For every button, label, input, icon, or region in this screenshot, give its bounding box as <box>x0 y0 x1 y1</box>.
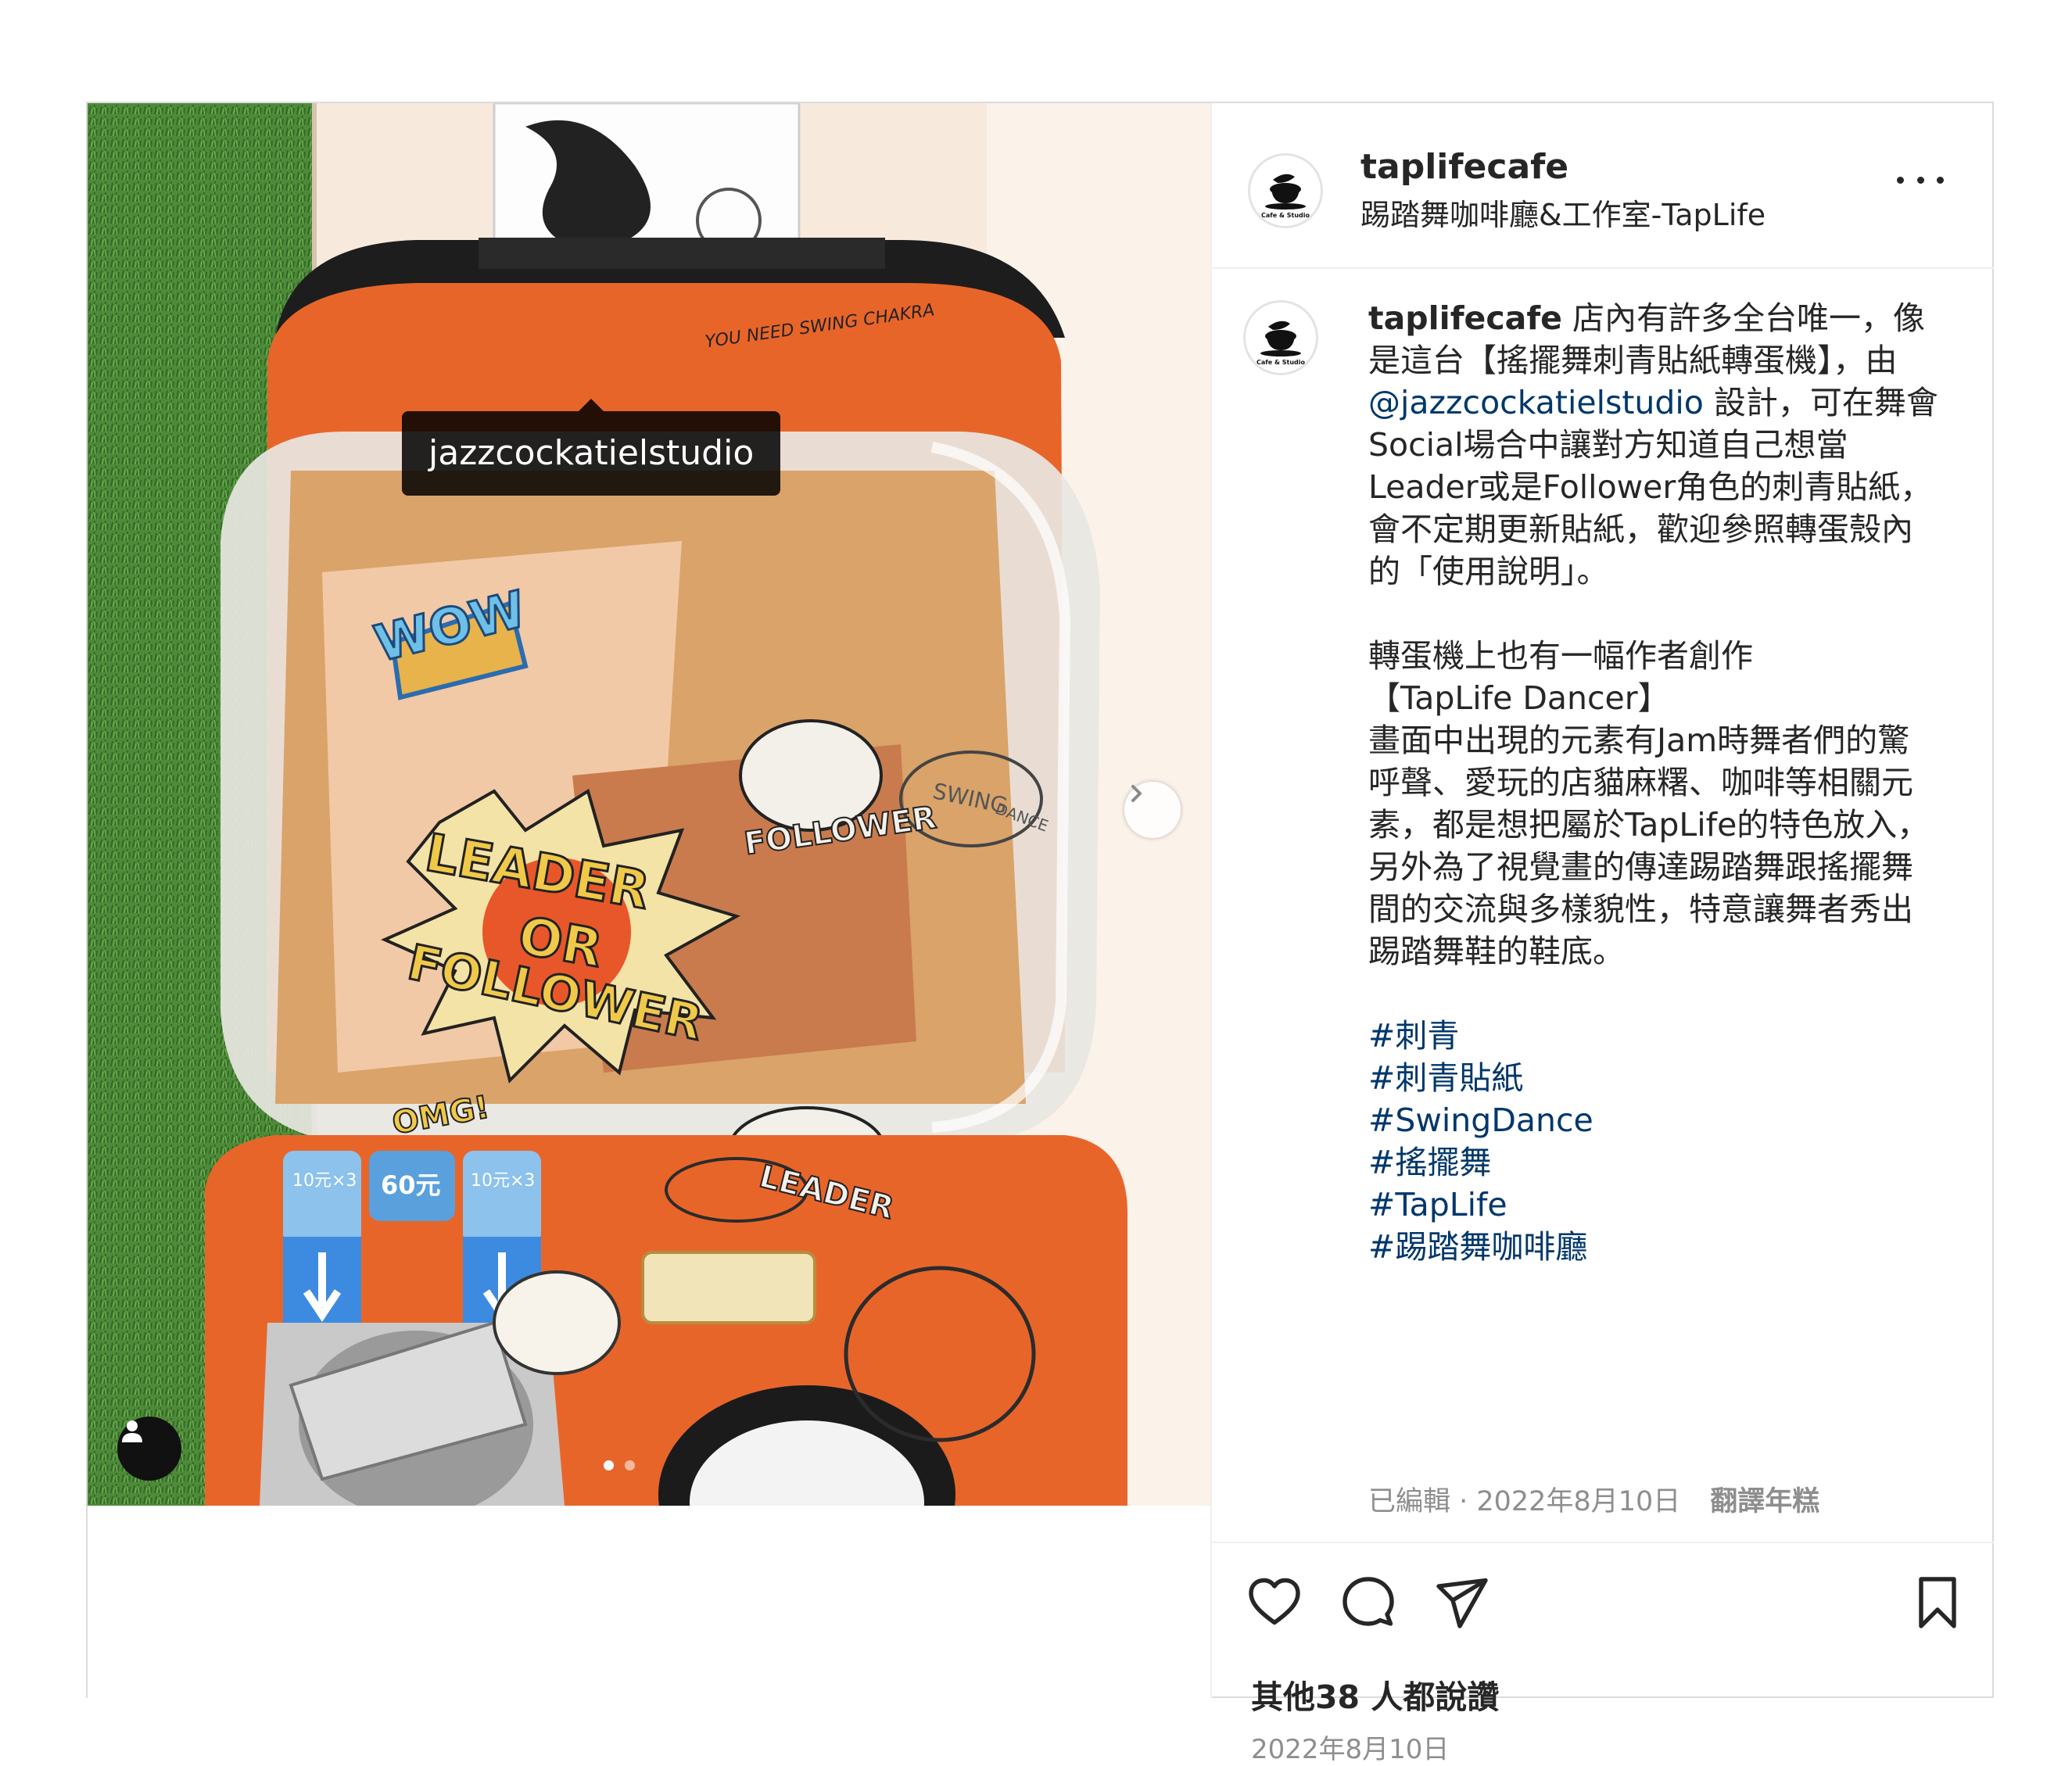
post-username[interactable]: taplifecafe <box>1360 147 1568 187</box>
comment-icon <box>1342 1577 1394 1626</box>
comment-button[interactable] <box>1337 1571 1400 1634</box>
likes-prefix: 其他 <box>1251 1678 1315 1716</box>
caption-section: Cafe & Studio taplifecafe 店內有許多全台唯一，像是這台… <box>1212 269 1994 1543</box>
post-card: WOW LEADER OR FOLLOWER FOLLOWER LEADER S… <box>86 102 1994 1765</box>
likes-number: 38 <box>1315 1678 1360 1716</box>
carousel-dot-active <box>604 1460 614 1470</box>
heart-icon <box>1249 1578 1300 1625</box>
caption-avatar[interactable]: Cafe & Studio <box>1243 300 1318 375</box>
caption-line: 畫面中出現的元素有Jam時舞者們的驚呼聲、愛玩的店貓麻糬、咖啡等相關元素，都是想… <box>1368 722 1930 970</box>
user-icon <box>122 1420 142 1442</box>
coin-label-2: 60元 <box>381 1170 441 1200</box>
caption-line: 【TapLife Dancer】 <box>1368 679 1670 717</box>
gashapon-photo: WOW LEADER OR FOLLOWER FOLLOWER LEADER S… <box>88 103 1210 1506</box>
coin-label-3: 10元×3 <box>471 1171 535 1191</box>
post-side-panel: Cafe & Studio taplifecafe 踢踏舞咖啡廳&工作室-Tap… <box>1210 103 1994 1765</box>
photo-user-tag[interactable]: jazzcockatielstudio <box>402 399 781 496</box>
coin-label-1: 10元×3 <box>292 1171 357 1191</box>
user-tags-button[interactable] <box>117 1417 181 1481</box>
share-button[interactable] <box>1431 1571 1493 1634</box>
cafe-logo-icon: Cafe & Studio <box>1256 321 1305 366</box>
caption-avatar-text: Cafe & Studio <box>1256 359 1305 366</box>
likes-count[interactable]: 其他38 人都說讚 <box>1251 1671 1499 1718</box>
hashtag-link[interactable]: #搖擺舞 <box>1368 1141 1939 1184</box>
hashtag-link[interactable]: #TapLife <box>1368 1184 1939 1226</box>
cafe-logo-icon: Cafe & Studio <box>1261 174 1310 219</box>
avatar-text: Cafe & Studio <box>1261 212 1310 219</box>
edited-timestamp: 已編輯 · 2022年8月10日 <box>1368 1486 1681 1517</box>
caption-meta: 已編輯 · 2022年8月10日 翻譯年糕 <box>1368 1479 1819 1519</box>
more-options-icon[interactable] <box>1897 164 1944 195</box>
hashtag-link[interactable]: #踢踏舞咖啡廳 <box>1368 1226 1939 1268</box>
post-caption: taplifecafe 店內有許多全台唯一，像是這台【搖擺舞刺青貼紙轉蛋機】，由… <box>1368 297 1939 1268</box>
send-icon <box>1436 1578 1488 1628</box>
hashtag-link[interactable]: #刺青貼紙 <box>1368 1057 1939 1099</box>
avatar[interactable]: Cafe & Studio <box>1248 153 1323 228</box>
hashtag-link[interactable]: #SwingDance <box>1368 1099 1939 1141</box>
next-photo-button[interactable] <box>1124 782 1181 838</box>
post-header: Cafe & Studio taplifecafe 踢踏舞咖啡廳&工作室-Tap… <box>1212 103 1994 269</box>
see-translation-link[interactable]: 翻譯年糕 <box>1710 1486 1819 1517</box>
like-button[interactable] <box>1243 1571 1306 1634</box>
carousel-indicator <box>604 1460 635 1470</box>
likes-suffix: 人都說讚 <box>1360 1678 1500 1716</box>
post-date[interactable]: 2022年8月10日 <box>1251 1728 1449 1766</box>
post-location[interactable]: 踢踏舞咖啡廳&工作室-TapLife <box>1360 191 1766 234</box>
bookmark-icon <box>1919 1577 1956 1628</box>
caption-mention[interactable]: @jazzcockatielstudio <box>1368 384 1704 421</box>
carousel-dot <box>625 1460 635 1470</box>
caption-line: 轉蛋機上也有一幅作者創作 <box>1368 637 1753 675</box>
photo-bottom-spacer <box>88 1506 1210 1698</box>
post-photo[interactable]: WOW LEADER OR FOLLOWER FOLLOWER LEADER S… <box>88 103 1210 1506</box>
chevron-right-icon <box>1131 785 1142 802</box>
save-button[interactable] <box>1906 1571 1969 1634</box>
hashtag-link[interactable]: #刺青 <box>1368 1015 1939 1057</box>
caption-username[interactable]: taplifecafe <box>1368 299 1562 337</box>
